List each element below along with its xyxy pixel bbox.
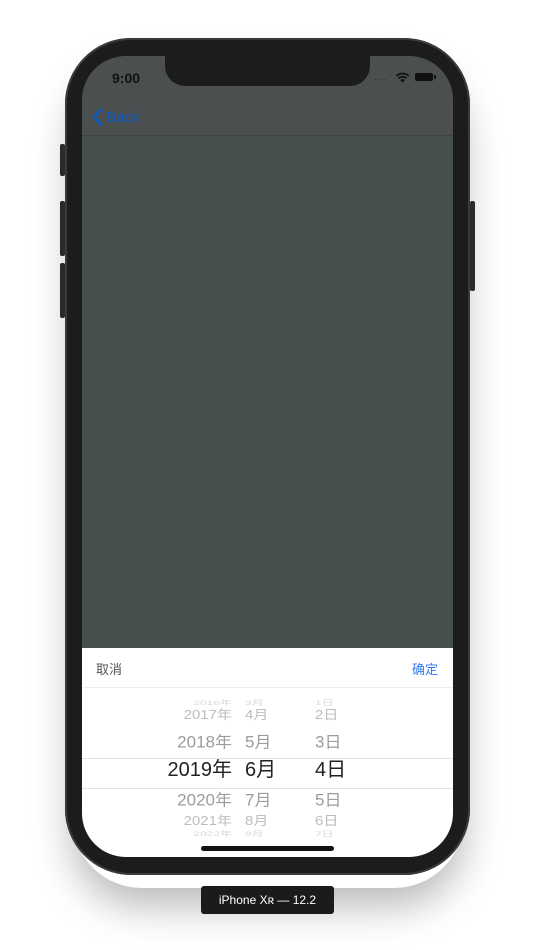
picker-year: 2018年 [177,733,232,752]
picker-row[interactable]: 2020年 7月 5日 [82,785,453,809]
picker-row[interactable]: 2017年 4月 2日 [82,704,453,724]
device-label: iPhone Xʀ — 12.2 [201,886,334,914]
picker-day: 5日 [315,791,342,810]
picker-day: 7日 [315,829,334,838]
status-bar: 9:00 .... [82,56,453,100]
picker-year: 2019年 [167,759,233,781]
picker-row-selected[interactable]: 2019年 6月 4日 [82,751,453,781]
signal-icon: .... [374,73,387,82]
content-area [82,136,453,648]
picker-year: 2017年 [183,707,232,723]
date-picker-wheel[interactable]: 2016年 3月 1日 2017年 4月 2日 2018年 5月 3日 2019年 6月 4日 2020… [82,688,453,857]
home-indicator [201,846,334,851]
picker-year: 2022年 [193,829,232,838]
chevron-left-icon [92,108,103,126]
battery-icon [415,73,436,81]
side-button-volume-up [60,201,65,256]
date-picker-sheet: 取消 确定 2016年 3月 1日 2017年 4月 2日 2018年 5月 3日 2019年 6月… [82,648,453,857]
picker-day: 2日 [315,707,339,723]
status-time: 9:00 [112,70,141,86]
back-label: Back [106,108,140,126]
wifi-icon [395,70,410,88]
screen: 9:00 .... Back 取消 确定 2016年 3月 1日 2017年 4… [82,56,453,857]
notch [165,56,370,86]
side-button-mute [60,144,65,176]
back-button[interactable]: Back [92,105,139,129]
picker-row[interactable]: 2022年 9月 7日 [82,828,453,839]
picker-month: 9月 [245,829,264,838]
side-button-power [470,201,475,291]
picker-row[interactable]: 2018年 5月 3日 [82,727,453,751]
picker-month: 4月 [245,707,269,723]
picker-day: 4日 [315,759,347,781]
picker-row[interactable]: 2021年 8月 6日 [82,810,453,830]
cancel-button[interactable]: 取消 [96,659,122,678]
navigation-bar: Back [82,100,453,136]
picker-toolbar: 取消 确定 [82,648,453,688]
confirm-button[interactable]: 确定 [412,659,438,678]
picker-month: 5月 [245,733,272,752]
picker-day: 3日 [315,733,342,752]
picker-month: 7月 [245,791,272,810]
side-button-volume-down [60,263,65,318]
picker-month: 6月 [245,759,277,781]
picker-year: 2020年 [177,791,232,810]
